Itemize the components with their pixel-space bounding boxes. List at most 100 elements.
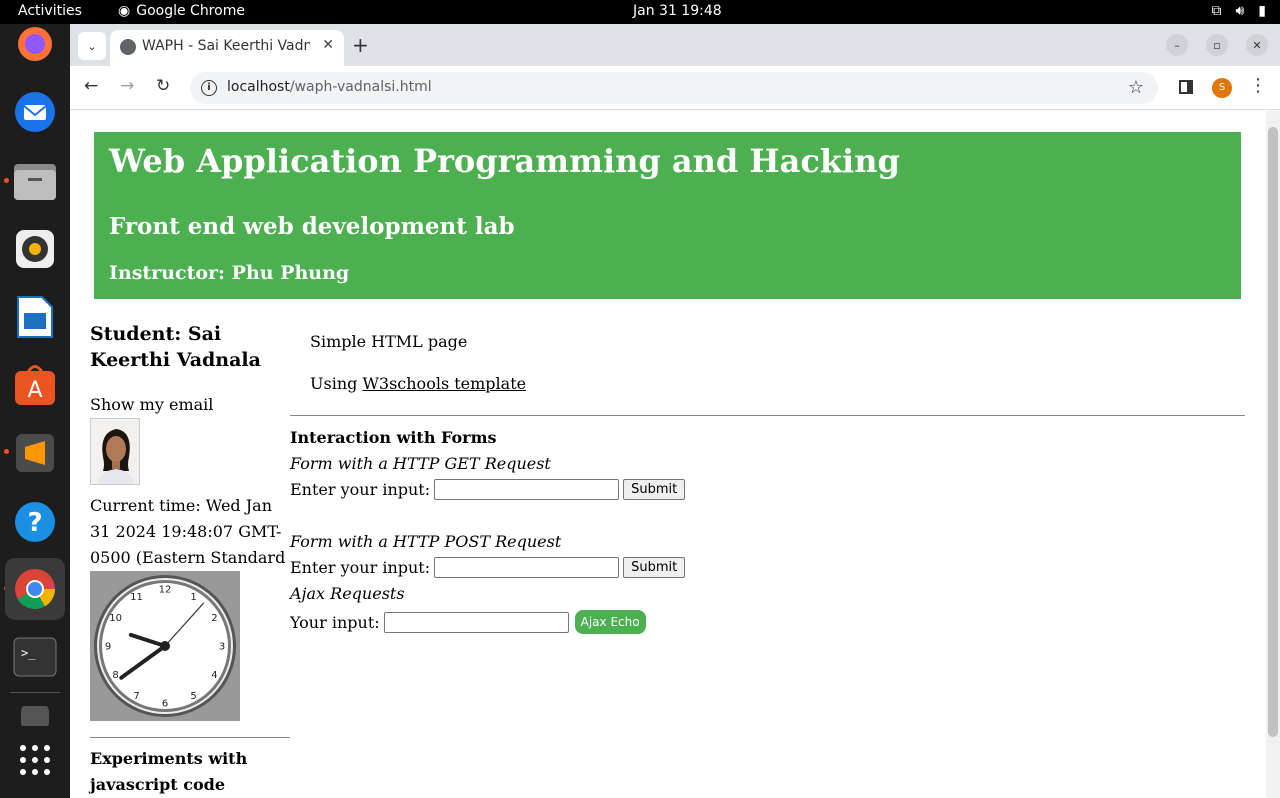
ajax-input-label: Your input: — [290, 612, 380, 632]
show-email-toggle[interactable]: Show my email — [90, 395, 213, 414]
url-host: localhost — [227, 79, 290, 95]
post-input-label: Enter your input: — [290, 558, 431, 577]
volume-icon: 🔊︎ — [1235, 3, 1245, 19]
url-text[interactable]: localhost/waph-vadnalsi.html — [227, 79, 432, 95]
site-info-icon[interactable]: i — [201, 80, 217, 96]
analog-clock: 12 1 2 3 4 5 6 7 8 9 10 11 — [90, 571, 240, 721]
close-window-button[interactable]: ✕ — [1246, 34, 1268, 56]
clock-number: 6 — [162, 699, 168, 710]
app-name: Google Chrome — [136, 3, 245, 19]
svg-text:>_: >_ — [21, 646, 36, 660]
maximize-button[interactable]: ▫ — [1206, 34, 1228, 56]
experiments-heading: Experiments with javascript code — [90, 749, 248, 794]
clock-number: 7 — [133, 691, 139, 702]
tab-search-button[interactable]: ⌄ — [78, 32, 106, 60]
page-viewport: Web Application Programming and Hacking … — [70, 111, 1266, 798]
firefox-icon[interactable] — [11, 20, 59, 68]
page-scrollbar[interactable] — [1266, 111, 1280, 798]
reload-icon[interactable]: ↻ — [156, 76, 170, 96]
get-input-label: Enter your input: — [290, 480, 431, 499]
clock-number: 9 — [105, 642, 111, 653]
simple-page-text: Simple HTML page — [310, 332, 468, 351]
system-tray[interactable]: ⧉ 🔊︎ ▮ — [1211, 3, 1266, 19]
browser-toolbar: ← → ↻ i localhost/waph-vadnalsi.html ☆ S… — [70, 66, 1280, 110]
power-icon: ▮ — [1258, 3, 1266, 19]
app-center-icon[interactable]: A — [11, 361, 59, 409]
chrome-small-icon: ◉ — [118, 3, 131, 19]
ajax-form: Your input: Ajax Echo — [290, 610, 646, 634]
activities-button[interactable]: Activities — [18, 3, 82, 19]
clock-number: 11 — [130, 592, 143, 603]
ajax-input[interactable] — [383, 611, 569, 633]
page-subtitle: Front end web development lab — [109, 213, 515, 240]
trash-icon[interactable] — [11, 706, 59, 726]
clock-number: 1 — [190, 592, 196, 603]
bookmark-star-icon[interactable]: ☆ — [1128, 77, 1144, 98]
rhythmbox-icon[interactable] — [11, 225, 59, 273]
files-icon[interactable] — [11, 157, 59, 205]
scrollbar-thumb[interactable] — [1268, 127, 1278, 737]
page-title: Web Application Programming and Hacking — [109, 142, 900, 180]
chrome-icon[interactable] — [5, 558, 65, 620]
using-template-text: Using W3schools template — [310, 374, 526, 393]
new-tab-button[interactable]: + — [352, 33, 369, 57]
chevron-down-icon: ⌄ — [87, 39, 97, 53]
dock: A ? >_ — [0, 24, 70, 798]
system-clock[interactable]: Jan 31 19:48 — [633, 3, 722, 19]
get-form-title: Form with a HTTP GET Request — [290, 454, 551, 473]
tab-strip: ⌄ WAPH - Sai Keerthi Vadnalsi ✕ + – ▫ ✕ — [70, 24, 1280, 66]
post-form: Enter your input: Submit — [290, 557, 686, 578]
tab-title: WAPH - Sai Keerthi Vadnalsi — [142, 38, 310, 54]
thunderbird-icon[interactable] — [11, 88, 59, 136]
libreoffice-writer-icon[interactable] — [11, 293, 59, 341]
globe-icon — [120, 39, 136, 55]
w3schools-link[interactable]: W3schools template — [362, 374, 526, 393]
system-top-bar: Activities ◉ Google Chrome Jan 31 19:48 … — [0, 0, 1280, 24]
clock-number: 2 — [211, 613, 217, 624]
get-submit-button[interactable]: Submit — [623, 479, 686, 500]
terminal-icon[interactable]: >_ — [11, 633, 59, 681]
chrome-menu-icon[interactable]: ⋮ — [1249, 75, 1267, 96]
page-header: Web Application Programming and Hacking … — [94, 132, 1241, 299]
clock-number: 10 — [109, 613, 122, 624]
main-divider — [290, 415, 1245, 416]
clock-face: 121234567891011 — [94, 575, 236, 717]
dock-separator — [10, 692, 60, 693]
close-tab-icon[interactable]: ✕ — [322, 37, 334, 53]
student-photo — [90, 418, 140, 485]
clock-number: 5 — [190, 691, 196, 702]
running-indicator — [4, 178, 9, 183]
app-menu[interactable]: ◉ Google Chrome — [118, 3, 245, 19]
instructor-name: Instructor: Phu Phung — [109, 262, 350, 284]
clock-number: 3 — [219, 642, 225, 653]
post-form-title: Form with a HTTP POST Request — [290, 532, 562, 551]
side-panel-icon[interactable] — [1179, 80, 1193, 94]
url-path: /waph-vadnalsi.html — [289, 79, 432, 95]
sidebar-divider — [90, 737, 290, 738]
get-input[interactable] — [434, 479, 620, 500]
address-bar[interactable]: i localhost/waph-vadnalsi.html ☆ — [190, 72, 1158, 104]
help-icon[interactable]: ? — [11, 498, 59, 546]
active-tab[interactable]: WAPH - Sai Keerthi Vadnalsi ✕ — [110, 30, 344, 66]
clock-number: 12 — [159, 585, 172, 596]
minimize-button[interactable]: – — [1166, 34, 1188, 56]
running-indicator — [4, 449, 9, 454]
show-apps-icon[interactable] — [11, 736, 59, 784]
ajax-echo-button[interactable]: Ajax Echo — [574, 610, 646, 634]
forward-arrow-icon[interactable]: → — [120, 76, 134, 96]
post-submit-button[interactable]: Submit — [623, 557, 686, 578]
clock-number: 4 — [211, 670, 217, 681]
clock-number: 8 — [112, 670, 118, 681]
svg-text:?: ? — [27, 508, 42, 538]
student-name: Student: Sai Keerthi Vadnala — [90, 323, 261, 371]
forms-heading: Interaction with Forms — [290, 428, 497, 447]
get-form: Enter your input: Submit — [290, 479, 686, 500]
sublime-text-icon[interactable] — [11, 429, 59, 477]
back-arrow-icon[interactable]: ← — [84, 76, 98, 96]
post-input[interactable] — [434, 557, 620, 578]
ajax-title: Ajax Requests — [290, 584, 405, 603]
profile-avatar[interactable]: S — [1212, 78, 1232, 98]
network-icon: ⧉ — [1211, 3, 1222, 19]
using-prefix: Using — [310, 374, 363, 393]
svg-text:A: A — [27, 378, 42, 403]
